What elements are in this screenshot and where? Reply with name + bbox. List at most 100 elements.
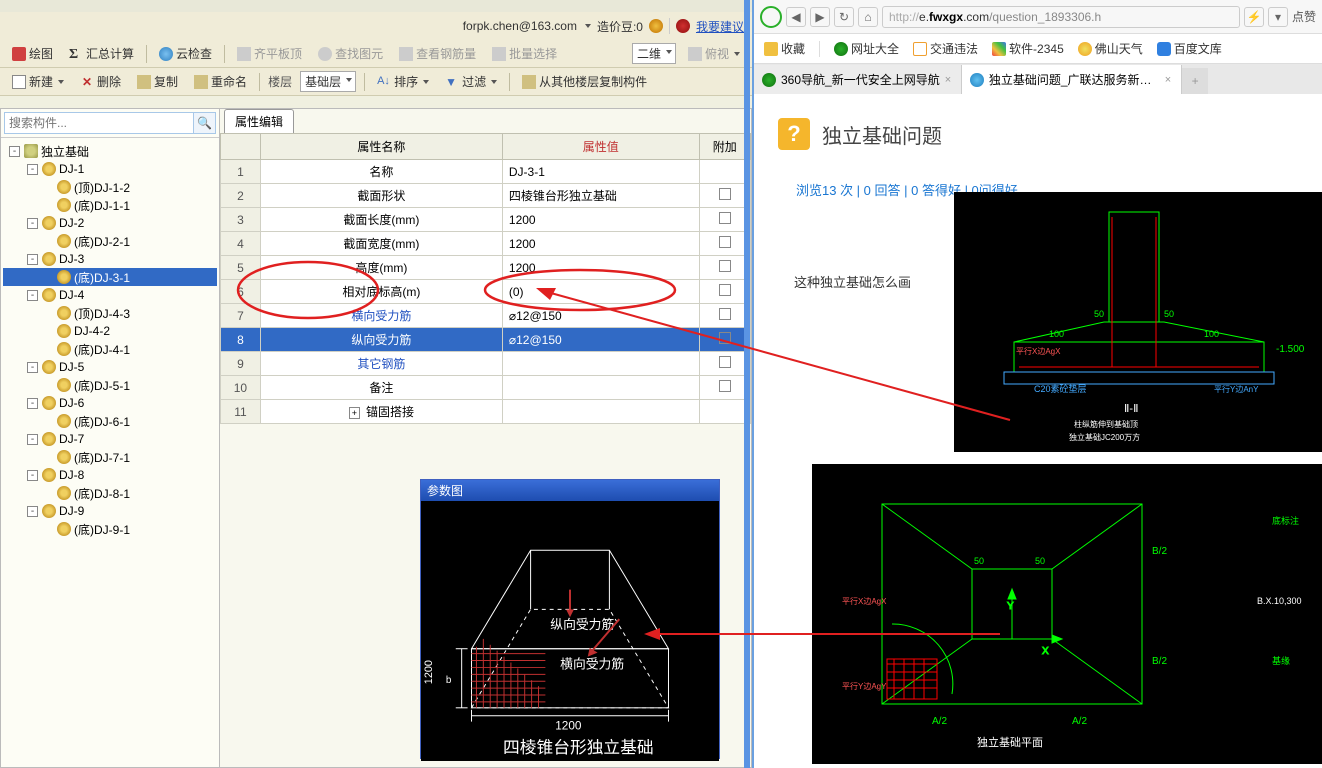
property-row[interactable]: 5高度(mm)1200	[221, 256, 751, 280]
checkbox[interactable]	[719, 332, 731, 344]
tab-360nav[interactable]: 360导航_新一代安全上网导航×	[754, 65, 962, 94]
flattop-button[interactable]: 齐平板顶	[233, 43, 306, 64]
sum-button[interactable]: Σ汇总计算	[65, 43, 138, 64]
property-row[interactable]: 10备注	[221, 376, 751, 400]
tree-node[interactable]: (顶)DJ-4-3	[3, 304, 217, 322]
property-row[interactable]: 9其它钢筋	[221, 352, 751, 376]
tab-question[interactable]: 独立基础问题_广联达服务新干线×	[962, 65, 1182, 94]
tree-node[interactable]: -DJ-5	[3, 358, 217, 376]
tree-node[interactable]: -DJ-9	[3, 502, 217, 520]
like-label[interactable]: 点赞	[1292, 8, 1316, 25]
prop-value[interactable]: DJ-3-1	[502, 160, 699, 184]
prop-value[interactable]: 1200	[502, 256, 699, 280]
checkbox[interactable]	[719, 188, 731, 200]
prop-value[interactable]: ⌀12@150	[502, 304, 699, 328]
checkbox[interactable]	[719, 308, 731, 320]
expand-icon[interactable]: -	[27, 434, 38, 445]
fav-traffic[interactable]: 交通违法	[913, 40, 978, 57]
prop-checkbox-cell[interactable]	[699, 400, 750, 424]
tree-node[interactable]: (底)DJ-1-1	[3, 196, 217, 214]
prop-checkbox-cell[interactable]	[699, 328, 750, 352]
address-bar[interactable]: http://e.fwxgx.com/question_1893306.h	[882, 6, 1240, 28]
tree-node[interactable]: (底)DJ-9-1	[3, 520, 217, 538]
tab-property-edit[interactable]: 属性编辑	[224, 109, 294, 133]
reload-button[interactable]: ↻	[834, 7, 854, 27]
checkbox[interactable]	[719, 260, 731, 272]
checkbox[interactable]	[719, 212, 731, 224]
fav-baidu[interactable]: 百度文库	[1157, 40, 1222, 57]
expand-icon[interactable]: -	[27, 218, 38, 229]
close-icon[interactable]: ×	[1165, 74, 1171, 86]
expand-icon[interactable]: -	[27, 362, 38, 373]
prop-checkbox-cell[interactable]	[699, 208, 750, 232]
draw-button[interactable]: 绘图	[8, 43, 57, 64]
delete-button[interactable]: ✕删除	[76, 71, 125, 92]
new-tab-button[interactable]: +	[1182, 68, 1208, 94]
tree-node[interactable]: -DJ-7	[3, 430, 217, 448]
forward-button[interactable]: ▶	[810, 7, 830, 27]
user-caret-icon[interactable]	[585, 24, 591, 28]
property-row[interactable]: 8纵向受力筋⌀12@150	[221, 328, 751, 352]
tree-node[interactable]: -DJ-2	[3, 214, 217, 232]
sort-button[interactable]: A↓排序	[373, 71, 433, 92]
rename-button[interactable]: 重命名	[190, 71, 251, 92]
prop-value[interactable]: 1200	[502, 208, 699, 232]
tree-node[interactable]: -DJ-3	[3, 250, 217, 268]
prop-checkbox-cell[interactable]	[699, 184, 750, 208]
prop-value[interactable]	[502, 400, 699, 424]
expand-icon[interactable]: -	[27, 254, 38, 265]
expand-icon[interactable]: -	[27, 506, 38, 517]
copy-button[interactable]: 复制	[133, 71, 182, 92]
expand-icon[interactable]: -	[27, 290, 38, 301]
back-button[interactable]: ◀	[786, 7, 806, 27]
copyfrom-button[interactable]: 从其他楼层复制构件	[518, 71, 651, 92]
prop-checkbox-cell[interactable]	[699, 352, 750, 376]
tree-node[interactable]: (底)DJ-7-1	[3, 448, 217, 466]
rebar-button[interactable]: 查看钢筋量	[395, 43, 480, 64]
tree-node[interactable]: (底)DJ-6-1	[3, 412, 217, 430]
search-input[interactable]	[4, 112, 194, 134]
expand-icon[interactable]: -	[27, 470, 38, 481]
property-row[interactable]: 6相对底标高(m)(0)	[221, 280, 751, 304]
prop-checkbox-cell[interactable]	[699, 232, 750, 256]
prop-checkbox-cell[interactable]	[699, 280, 750, 304]
prop-value[interactable]	[502, 376, 699, 400]
dropdown-button[interactable]: ▾	[1268, 7, 1288, 27]
expand-icon[interactable]: -	[27, 164, 38, 175]
tree-node[interactable]: (底)DJ-3-1	[3, 268, 217, 286]
prop-value[interactable]	[502, 352, 699, 376]
expand-icon[interactable]: -	[27, 398, 38, 409]
checkbox[interactable]	[719, 284, 731, 296]
component-tree[interactable]: -独立基础-DJ-1(顶)DJ-1-2(底)DJ-1-1-DJ-2(底)DJ-2…	[1, 138, 219, 767]
property-row[interactable]: 1名称DJ-3-1	[221, 160, 751, 184]
tree-node[interactable]: (底)DJ-8-1	[3, 484, 217, 502]
prop-checkbox-cell[interactable]	[699, 256, 750, 280]
filter-button[interactable]: ▼过滤	[441, 71, 501, 92]
prop-checkbox-cell[interactable]	[699, 160, 750, 184]
property-row[interactable]: 2截面形状四棱锥台形独立基础	[221, 184, 751, 208]
tree-node[interactable]: (顶)DJ-1-2	[3, 178, 217, 196]
prop-checkbox-cell[interactable]	[699, 376, 750, 400]
prop-value[interactable]: 四棱锥台形独立基础	[502, 184, 699, 208]
tree-node[interactable]: -DJ-6	[3, 394, 217, 412]
tree-node[interactable]: -DJ-4	[3, 286, 217, 304]
home-button[interactable]: ⌂	[858, 7, 878, 27]
batch-button[interactable]: 批量选择	[488, 43, 561, 64]
tree-node[interactable]: (底)DJ-5-1	[3, 376, 217, 394]
find-button[interactable]: 查找图元	[314, 43, 387, 64]
lightning-icon[interactable]: ⚡	[1244, 7, 1264, 27]
property-row[interactable]: 3截面长度(mm)1200	[221, 208, 751, 232]
cloud-button[interactable]: 云检查	[155, 43, 216, 64]
new-button[interactable]: 新建	[8, 71, 68, 92]
split-handle[interactable]	[744, 0, 750, 768]
prop-checkbox-cell[interactable]	[699, 304, 750, 328]
fav-sites[interactable]: 网址大全	[834, 40, 899, 57]
layer-select[interactable]: 基础层	[300, 71, 356, 92]
tree-node[interactable]: -DJ-8	[3, 466, 217, 484]
checkbox[interactable]	[719, 380, 731, 392]
prop-value[interactable]: 1200	[502, 232, 699, 256]
prop-value[interactable]: ⌀12@150	[502, 328, 699, 352]
property-row[interactable]: 11锚固搭接	[221, 400, 751, 424]
expand-icon[interactable]: -	[9, 146, 20, 157]
fav-weather[interactable]: 佛山天气	[1078, 40, 1143, 57]
